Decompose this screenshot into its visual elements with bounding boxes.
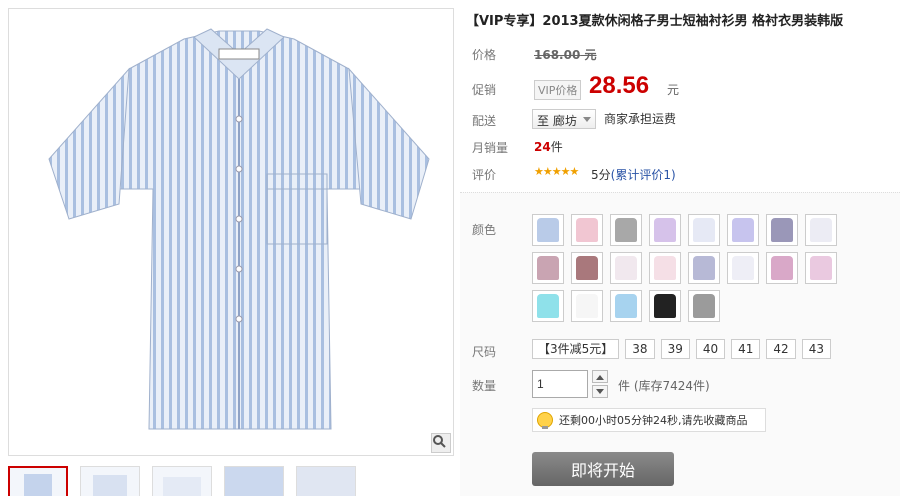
monthly-sales-label: 月销量	[472, 141, 509, 155]
thumbnail-3[interactable]	[152, 466, 212, 496]
shirt-thumbnail-icon	[615, 294, 637, 318]
shirt-thumbnail-icon	[654, 256, 676, 280]
price-unit: 元	[667, 83, 680, 97]
countdown-text: 还剩00小时05分钟24秒,请先收藏商品	[559, 414, 748, 427]
thumbnail-1[interactable]	[8, 466, 68, 496]
color-swatch[interactable]	[766, 252, 798, 284]
color-swatch[interactable]	[649, 252, 681, 284]
color-swatch[interactable]	[766, 214, 798, 246]
lightbulb-icon	[537, 412, 553, 429]
vip-price-tag: VIP价格	[534, 80, 582, 100]
size-option[interactable]: 40	[695, 339, 726, 359]
main-product-image[interactable]	[8, 8, 454, 456]
color-swatch[interactable]	[532, 290, 564, 322]
size-label: 尺码	[472, 345, 497, 359]
quantity-label: 数量	[472, 379, 497, 393]
color-swatch[interactable]	[649, 214, 681, 246]
color-swatch[interactable]	[610, 290, 642, 322]
shipping-note: 商家承担运费	[604, 112, 677, 126]
shirt-thumbnail-icon	[732, 218, 754, 242]
thumbnail-4[interactable]	[224, 466, 284, 496]
color-swatch[interactable]	[727, 252, 759, 284]
rating-score: 5分(累计评价1)	[591, 168, 676, 182]
color-swatch[interactable]	[805, 214, 837, 246]
quantity-input[interactable]	[532, 370, 588, 398]
size-option[interactable]: 42	[766, 339, 796, 359]
rating-label: 评价	[472, 168, 497, 182]
shirt-thumbnail-icon	[810, 218, 832, 242]
chevron-down-icon	[583, 117, 591, 122]
shirt-illustration	[48, 28, 430, 430]
size-option[interactable]: 41	[731, 339, 761, 359]
color-swatch[interactable]	[727, 214, 759, 246]
shirt-thumbnail-icon	[576, 256, 598, 280]
thumbnail-strip	[8, 466, 356, 496]
size-list: 【3件减5元】 38 39 40 41 42 43	[532, 339, 831, 359]
shirt-thumbnail-icon	[537, 256, 559, 280]
color-swatch[interactable]	[688, 214, 720, 246]
shirt-thumbnail-icon	[771, 256, 793, 280]
color-swatch[interactable]	[610, 252, 642, 284]
coming-soon-button[interactable]: 即将开始	[532, 452, 674, 486]
shirt-thumbnail-icon	[615, 218, 637, 242]
color-swatch[interactable]	[571, 252, 603, 284]
monthly-sales: 24件	[534, 140, 563, 154]
chevron-up-icon	[596, 374, 604, 380]
shirt-thumbnail-icon	[654, 218, 676, 242]
shirt-thumbnail-icon	[576, 218, 598, 242]
size-option[interactable]: 39	[660, 339, 690, 359]
stock-info: 件 (库存7424件)	[618, 379, 710, 393]
shirt-thumbnail-icon	[654, 294, 676, 318]
color-swatch[interactable]	[532, 214, 564, 246]
shirt-thumbnail-icon	[693, 218, 715, 242]
shirt-thumbnail-icon	[693, 256, 715, 280]
quantity-increase-button[interactable]	[592, 370, 608, 383]
size-promo-option[interactable]: 【3件减5元】	[532, 339, 620, 359]
shirt-thumbnail-icon	[576, 294, 598, 318]
price-label: 价格	[472, 48, 497, 62]
color-label: 颜色	[472, 223, 497, 237]
star-rating-icon: ★★★★★	[534, 165, 579, 178]
color-swatch[interactable]	[805, 252, 837, 284]
size-option[interactable]: 43	[801, 339, 831, 359]
color-swatch[interactable]	[571, 214, 603, 246]
size-option[interactable]: 38	[625, 339, 655, 359]
color-swatch[interactable]	[688, 290, 720, 322]
countdown-notice: 还剩00小时05分钟24秒,请先收藏商品	[532, 408, 766, 432]
shirt-thumbnail-icon	[537, 294, 559, 318]
zoom-icon[interactable]	[431, 433, 451, 453]
thumbnail-2[interactable]	[80, 466, 140, 496]
shirt-thumbnail-icon	[732, 256, 754, 280]
thumbnail-5[interactable]	[296, 466, 356, 496]
shirt-thumbnail-icon	[771, 218, 793, 242]
color-swatch[interactable]	[532, 252, 564, 284]
shipping-destination-select[interactable]: 至 廊坊	[532, 109, 596, 129]
shirt-thumbnail-icon	[693, 294, 715, 318]
promo-label: 促销	[472, 83, 497, 97]
shipping-label: 配送	[472, 114, 497, 128]
color-swatch[interactable]	[649, 290, 681, 322]
original-price: 168.00 元	[534, 48, 597, 62]
promo-price: 28.56	[589, 72, 650, 99]
product-title: 【VIP专享】2013夏款休闲格子男士短袖衬衫男 格衬衣男装韩版	[466, 14, 844, 29]
shirt-thumbnail-icon	[615, 256, 637, 280]
shirt-thumbnail-icon	[537, 218, 559, 242]
review-count-link[interactable]: (累计评价1)	[611, 168, 676, 182]
color-swatch[interactable]	[571, 290, 603, 322]
quantity-decrease-button[interactable]	[592, 385, 608, 398]
color-swatch[interactable]	[688, 252, 720, 284]
chevron-down-icon	[596, 388, 604, 394]
color-swatch[interactable]	[610, 214, 642, 246]
shirt-thumbnail-icon	[810, 256, 832, 280]
color-swatch-list	[532, 214, 842, 322]
